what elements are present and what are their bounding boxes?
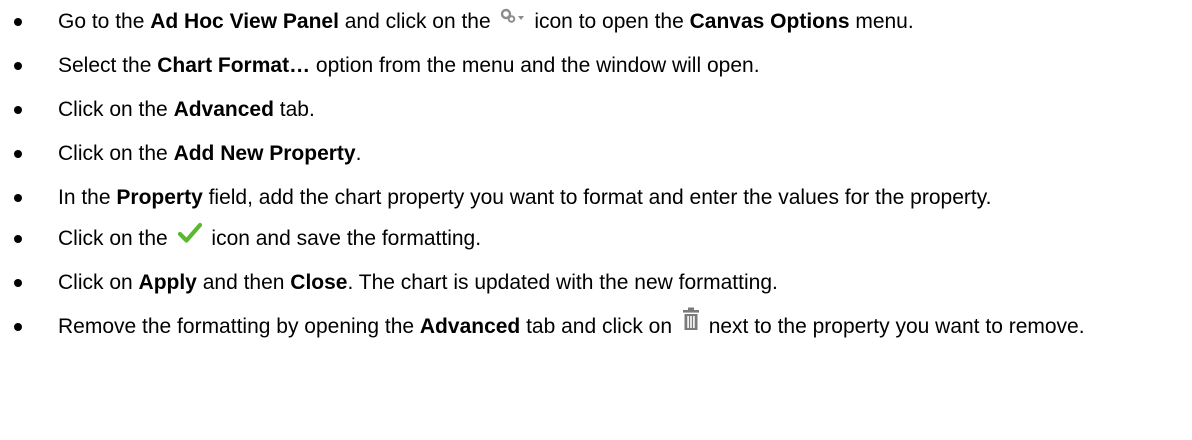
list-item: Remove the formatting by opening the Adv…: [0, 307, 1192, 341]
instruction-list: Go to the Ad Hoc View Panel and click on…: [0, 0, 1192, 354]
bullet: [14, 150, 22, 158]
check-icon: [177, 221, 203, 245]
list-item: Select the Chart Format… option from the…: [0, 52, 1192, 80]
list-item: Click on the Add New Property.: [0, 140, 1192, 168]
list-item: Click on the icon and save the formattin…: [0, 223, 1192, 253]
bullet: [14, 194, 22, 202]
document: Go to the Ad Hoc View Panel and click on…: [0, 0, 1192, 440]
list-item: Click on Apply and then Close. The chart…: [0, 269, 1192, 297]
bullet: [14, 323, 22, 331]
list-item: Click on the Advanced tab.: [0, 96, 1192, 124]
bullet: [14, 235, 22, 243]
trash-icon: [682, 307, 700, 331]
list-item: In the Property field, add the chart pro…: [0, 184, 1192, 212]
bullet: [14, 62, 22, 70]
bullet: [14, 18, 22, 26]
gear-dropdown-icon: [500, 8, 526, 24]
bullet: [14, 106, 22, 114]
list-item: Go to the Ad Hoc View Panel and click on…: [0, 8, 1192, 36]
bullet: [14, 279, 22, 287]
